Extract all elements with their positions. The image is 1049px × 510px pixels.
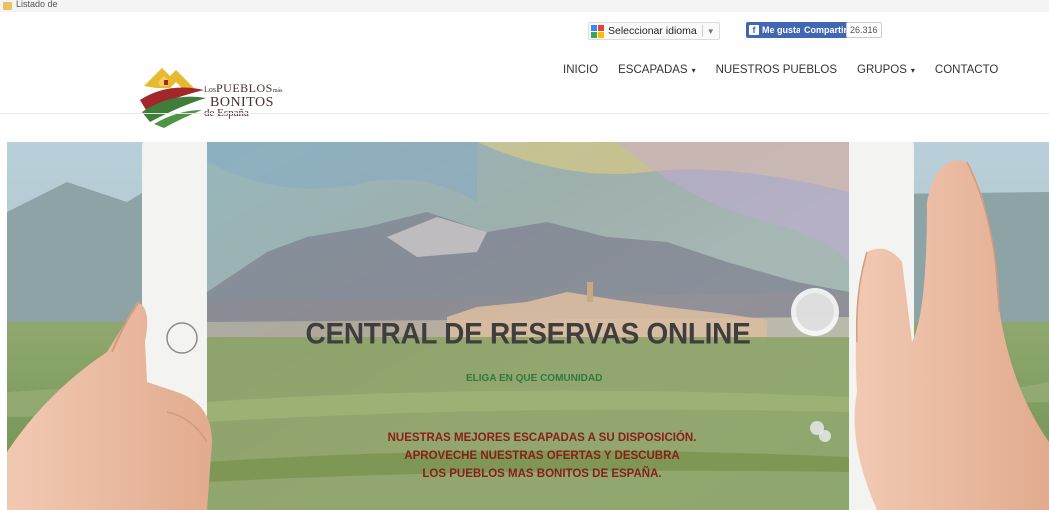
- folder-icon: [3, 2, 12, 10]
- promo-line: NUESTRAS MEJORES ESCAPADAS A SU DISPOSIC…: [387, 432, 697, 444]
- facebook-icon: f: [749, 25, 759, 35]
- google-translate-icon: [591, 24, 604, 38]
- caret-down-icon: ▾: [691, 65, 696, 75]
- nav-item-grupos[interactable]: GRUPOS ▾: [857, 64, 915, 76]
- nav-item-escapadas[interactable]: ESCAPADAS ▾: [618, 64, 695, 76]
- caret-down-icon: ▾: [910, 65, 915, 75]
- logo-word-los: Los: [204, 85, 216, 94]
- site-header: Seleccionar idioma ▼ f Me gusta Comparti…: [0, 12, 1049, 140]
- browser-top-strip: Listado de: [0, 0, 1049, 12]
- language-selector[interactable]: Seleccionar idioma ▼: [588, 22, 720, 40]
- logo-emblem-icon: [140, 68, 206, 128]
- nav-label: ESCAPADAS: [618, 64, 688, 76]
- nav-item-contacto[interactable]: CONTACTO: [935, 64, 998, 76]
- nav-label: NUESTROS PUEBLOS: [715, 64, 838, 76]
- facebook-like-label: Me gusta: [762, 25, 802, 35]
- nav-label: CONTACTO: [934, 64, 999, 76]
- nav-item-nuestros-pueblos[interactable]: NUESTROS PUEBLOS: [716, 64, 837, 76]
- logo-word-mas: más: [272, 88, 283, 94]
- nav-item-inicio[interactable]: INICIO: [563, 64, 598, 76]
- facebook-like-count: 26.316: [846, 22, 882, 38]
- language-selector-divider: [701, 25, 703, 37]
- promo-line: APROVECHE NUESTRAS OFERTAS Y DESCUBRA: [404, 450, 680, 462]
- facebook-like-button[interactable]: f Me gusta: [746, 22, 806, 38]
- nav-label: GRUPOS: [857, 64, 907, 76]
- language-selector-label: Seleccionar idioma: [608, 25, 697, 37]
- hero-subtitle-link[interactable]: ELIGA EN QUE COMUNIDAD: [466, 373, 602, 384]
- promo-line: LOS PUEBLOS MAS BONITOS DE ESPAÑA.: [422, 468, 662, 480]
- hero-promo-text: NUESTRAS MEJORES ESCAPADAS A SU DISPOSIC…: [7, 429, 1049, 483]
- site-logo[interactable]: LosPUEBLOSmás BONITOS de España: [138, 60, 288, 130]
- facebook-share-label: Compartir: [804, 25, 848, 35]
- hero-title: CENTRAL DE RESERVAS ONLINE: [305, 317, 751, 350]
- chevron-down-icon: ▼: [706, 26, 715, 36]
- nav-label: INICIO: [563, 64, 599, 76]
- logo-word-pueblos: PUEBLOS: [216, 81, 273, 95]
- tab-text: Listado de: [16, 0, 58, 9]
- header-divider: [0, 113, 1049, 114]
- hero-banner: CENTRAL DE RESERVAS ONLINE ELIGA EN QUE …: [7, 142, 1049, 510]
- main-navigation: INICIO ESCAPADAS ▾ NUESTROS PUEBLOS GRUPO…: [563, 64, 1018, 76]
- facebook-share-button[interactable]: Compartir: [800, 22, 852, 38]
